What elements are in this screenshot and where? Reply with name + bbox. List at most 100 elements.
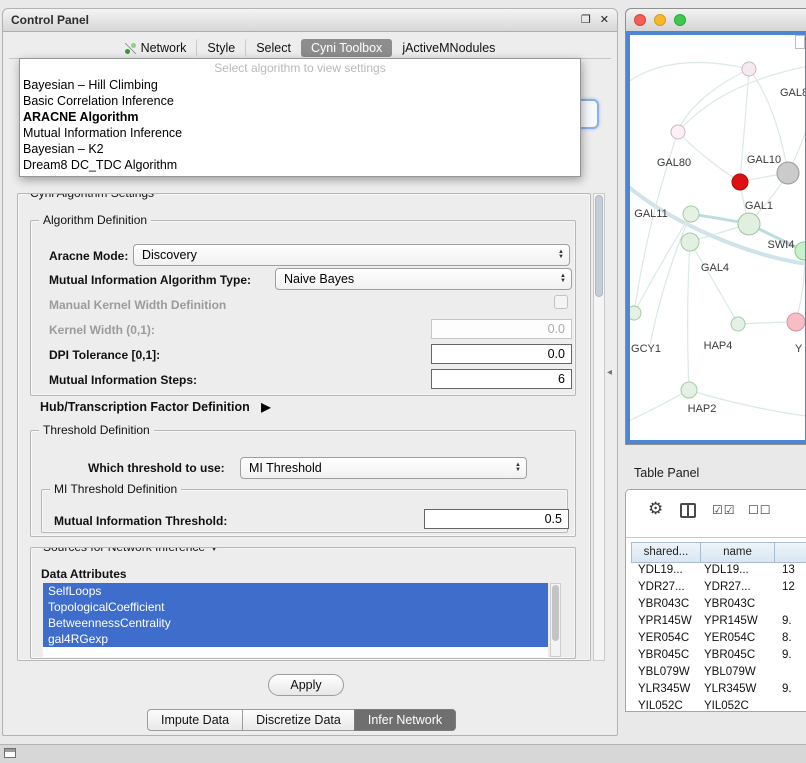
- bottom-tab-infer-network[interactable]: Infer Network: [354, 709, 456, 731]
- network-node[interactable]: [787, 313, 805, 331]
- network-node[interactable]: [681, 233, 699, 251]
- mi-threshold-field[interactable]: 0.5: [424, 509, 569, 529]
- table-row[interactable]: YBR043CYBR043C: [626, 597, 806, 614]
- which-threshold-value: MI Threshold: [249, 461, 322, 475]
- tab-select[interactable]: Select: [245, 39, 301, 57]
- view-scrollbar-button[interactable]: [795, 35, 805, 49]
- table-row[interactable]: YIL052CYIL052C: [626, 699, 806, 711]
- table-row[interactable]: YER054CYER054C8.: [626, 631, 806, 648]
- gear-icon[interactable]: ⚙: [648, 499, 663, 519]
- network-edge[interactable]: [678, 69, 749, 132]
- network-canvas[interactable]: GAL80GAL10GAL11GAL1SWI4GAL4GCY1HAP4HAP2G…: [626, 31, 806, 444]
- tab-label: Style: [207, 41, 235, 55]
- column-header-shared[interactable]: shared...: [631, 542, 701, 563]
- network-edge[interactable]: [650, 214, 691, 345]
- threshold-definition-title: Threshold Definition: [39, 423, 154, 437]
- network-view-window: GAL80GAL10GAL11GAL1SWI4GAL4GCY1HAP4HAP2G…: [625, 8, 806, 445]
- apply-button[interactable]: Apply: [268, 674, 344, 696]
- control-panel-window: Control Panel ❐ ✕ Network Style SelectCyni…: [2, 8, 618, 736]
- column-selector-icon[interactable]: [680, 503, 696, 518]
- bottom-tab-discretize-data[interactable]: Discretize Data: [242, 709, 355, 731]
- network-node[interactable]: [738, 213, 760, 235]
- which-threshold-select[interactable]: MI Threshold ▲▼: [240, 457, 527, 479]
- network-node[interactable]: [683, 206, 699, 222]
- attributes-scrollbar-thumb[interactable]: [552, 585, 559, 641]
- mi-algorithm-type-select[interactable]: Naive Bayes ▲▼: [275, 268, 572, 290]
- mi-algorithm-type-label: Mutual Information Algorithm Type:: [49, 273, 251, 287]
- table-row[interactable]: YDR27...YDR27...12: [626, 580, 806, 597]
- algorithm-option-aracne-algorithm[interactable]: ARACNE Algorithm: [20, 109, 580, 125]
- data-attributes-list[interactable]: SelfLoopsTopologicalCoefficientBetweenne…: [43, 583, 548, 657]
- network-node[interactable]: [742, 62, 756, 76]
- mi-threshold-group: MI Threshold Definition Mutual Informati…: [41, 489, 568, 533]
- bottom-tab-impute-data[interactable]: Impute Data: [147, 709, 243, 731]
- node-label-gal8: GAL8: [780, 87, 806, 99]
- attribute-item-topologicalcoefficient[interactable]: TopologicalCoefficient: [43, 599, 548, 615]
- attribute-item-gal4rgexp[interactable]: gal4RGexp: [43, 631, 548, 647]
- table-row[interactable]: YDL19...YDL19...13: [626, 563, 806, 580]
- network-node[interactable]: [681, 382, 697, 398]
- table-row[interactable]: YBR045CYBR045C9.: [626, 648, 806, 665]
- attribute-item-selfloops[interactable]: SelfLoops: [43, 583, 548, 599]
- panel-restore-icon[interactable]: [4, 748, 16, 758]
- network-edge[interactable]: [630, 62, 749, 85]
- mi-threshold-label: Mutual Information Threshold:: [54, 514, 227, 528]
- node-label-gal80: GAL80: [657, 157, 691, 169]
- network-window-titlebar[interactable]: [626, 9, 806, 32]
- column-header-2[interactable]: [775, 542, 806, 563]
- hub-definition-toggle[interactable]: Hub/Transcription Factor Definition ▶: [40, 400, 270, 414]
- column-header-name[interactable]: name: [701, 542, 775, 563]
- kernel-width-field[interactable]: 0.0: [431, 319, 572, 339]
- status-bar: [0, 744, 806, 763]
- tab-network[interactable]: Network: [115, 39, 197, 57]
- deselect-all-icon[interactable]: ☐☐: [748, 503, 772, 517]
- network-edge[interactable]: [688, 242, 690, 390]
- table-cell: YBR043C: [638, 598, 689, 610]
- settings-scrollbar[interactable]: [593, 193, 605, 661]
- control-panel-titlebar[interactable]: Control Panel ❐ ✕: [3, 9, 617, 32]
- network-node[interactable]: [671, 125, 685, 139]
- algorithm-option-bayesian-k2[interactable]: Bayesian – K2: [20, 141, 580, 157]
- settings-scrollbar-thumb[interactable]: [595, 195, 603, 297]
- tab-cyni-toolbox[interactable]: Cyni Toolbox: [301, 39, 392, 57]
- bottom-tab-bar: Impute DataDiscretize DataInfer Network: [147, 709, 456, 731]
- algorithm-option-mutual-information-inference[interactable]: Mutual Information Inference: [20, 125, 580, 141]
- attribute-item-betweennesscentrality[interactable]: BetweennessCentrality: [43, 615, 548, 631]
- network-edge[interactable]: [690, 242, 738, 324]
- manual-kernel-width-checkbox[interactable]: [554, 295, 568, 309]
- network-edge[interactable]: [630, 183, 806, 265]
- select-all-icon[interactable]: ☑☑: [712, 503, 736, 517]
- algorithm-definition-title: Algorithm Definition: [39, 213, 151, 227]
- tab-jactivemnodules[interactable]: jActiveMNodules: [392, 39, 505, 57]
- node-label-gal4: GAL4: [701, 262, 729, 274]
- close-icon[interactable]: ✕: [600, 14, 609, 26]
- network-edge[interactable]: [630, 390, 689, 423]
- network-node[interactable]: [795, 242, 806, 260]
- hub-definition-label: Hub/Transcription Factor Definition: [40, 400, 250, 414]
- table-cell: YER054C: [638, 632, 689, 644]
- attributes-scrollbar[interactable]: [550, 583, 561, 657]
- sources-group: Sources for Network Inference▼ Data Attr…: [30, 547, 576, 659]
- network-node[interactable]: [630, 306, 641, 320]
- float-window-icon[interactable]: ❐: [581, 14, 591, 26]
- network-graph[interactable]: GAL80GAL10GAL11GAL1SWI4GAL4GCY1HAP4HAP2G…: [630, 35, 806, 442]
- algorithm-option-dream8-dc-tdc-algorithm[interactable]: Dream8 DC_TDC Algorithm: [20, 157, 580, 173]
- minimize-traffic-light-icon[interactable]: [654, 14, 666, 26]
- network-node[interactable]: [731, 317, 745, 331]
- node-label-hap2: HAP2: [688, 403, 717, 415]
- table-row[interactable]: YBL079WYBL079W: [626, 665, 806, 682]
- zoom-traffic-light-icon[interactable]: [674, 14, 686, 26]
- network-node[interactable]: [732, 174, 748, 190]
- table-row[interactable]: YLR345WYLR345W9.: [626, 682, 806, 699]
- algorithm-option-bayesian-hill-climbing[interactable]: Bayesian – Hill Climbing: [20, 77, 580, 93]
- sources-title[interactable]: Sources for Network Inference▼: [39, 547, 223, 554]
- aracne-mode-select[interactable]: Discovery ▲▼: [133, 244, 570, 266]
- panel-splitter-arrow[interactable]: ◂: [607, 367, 612, 378]
- table-row[interactable]: YPR145WYPR145W9.: [626, 614, 806, 631]
- close-traffic-light-icon[interactable]: [634, 14, 646, 26]
- combo-arrows-icon: ▲▼: [515, 463, 521, 473]
- algorithm-option-basic-correlation-inference[interactable]: Basic Correlation Inference: [20, 93, 580, 109]
- tab-style[interactable]: Style: [196, 39, 245, 57]
- mi-steps-field[interactable]: 6: [431, 369, 572, 389]
- dpi-tolerance-field[interactable]: 0.0: [431, 344, 572, 364]
